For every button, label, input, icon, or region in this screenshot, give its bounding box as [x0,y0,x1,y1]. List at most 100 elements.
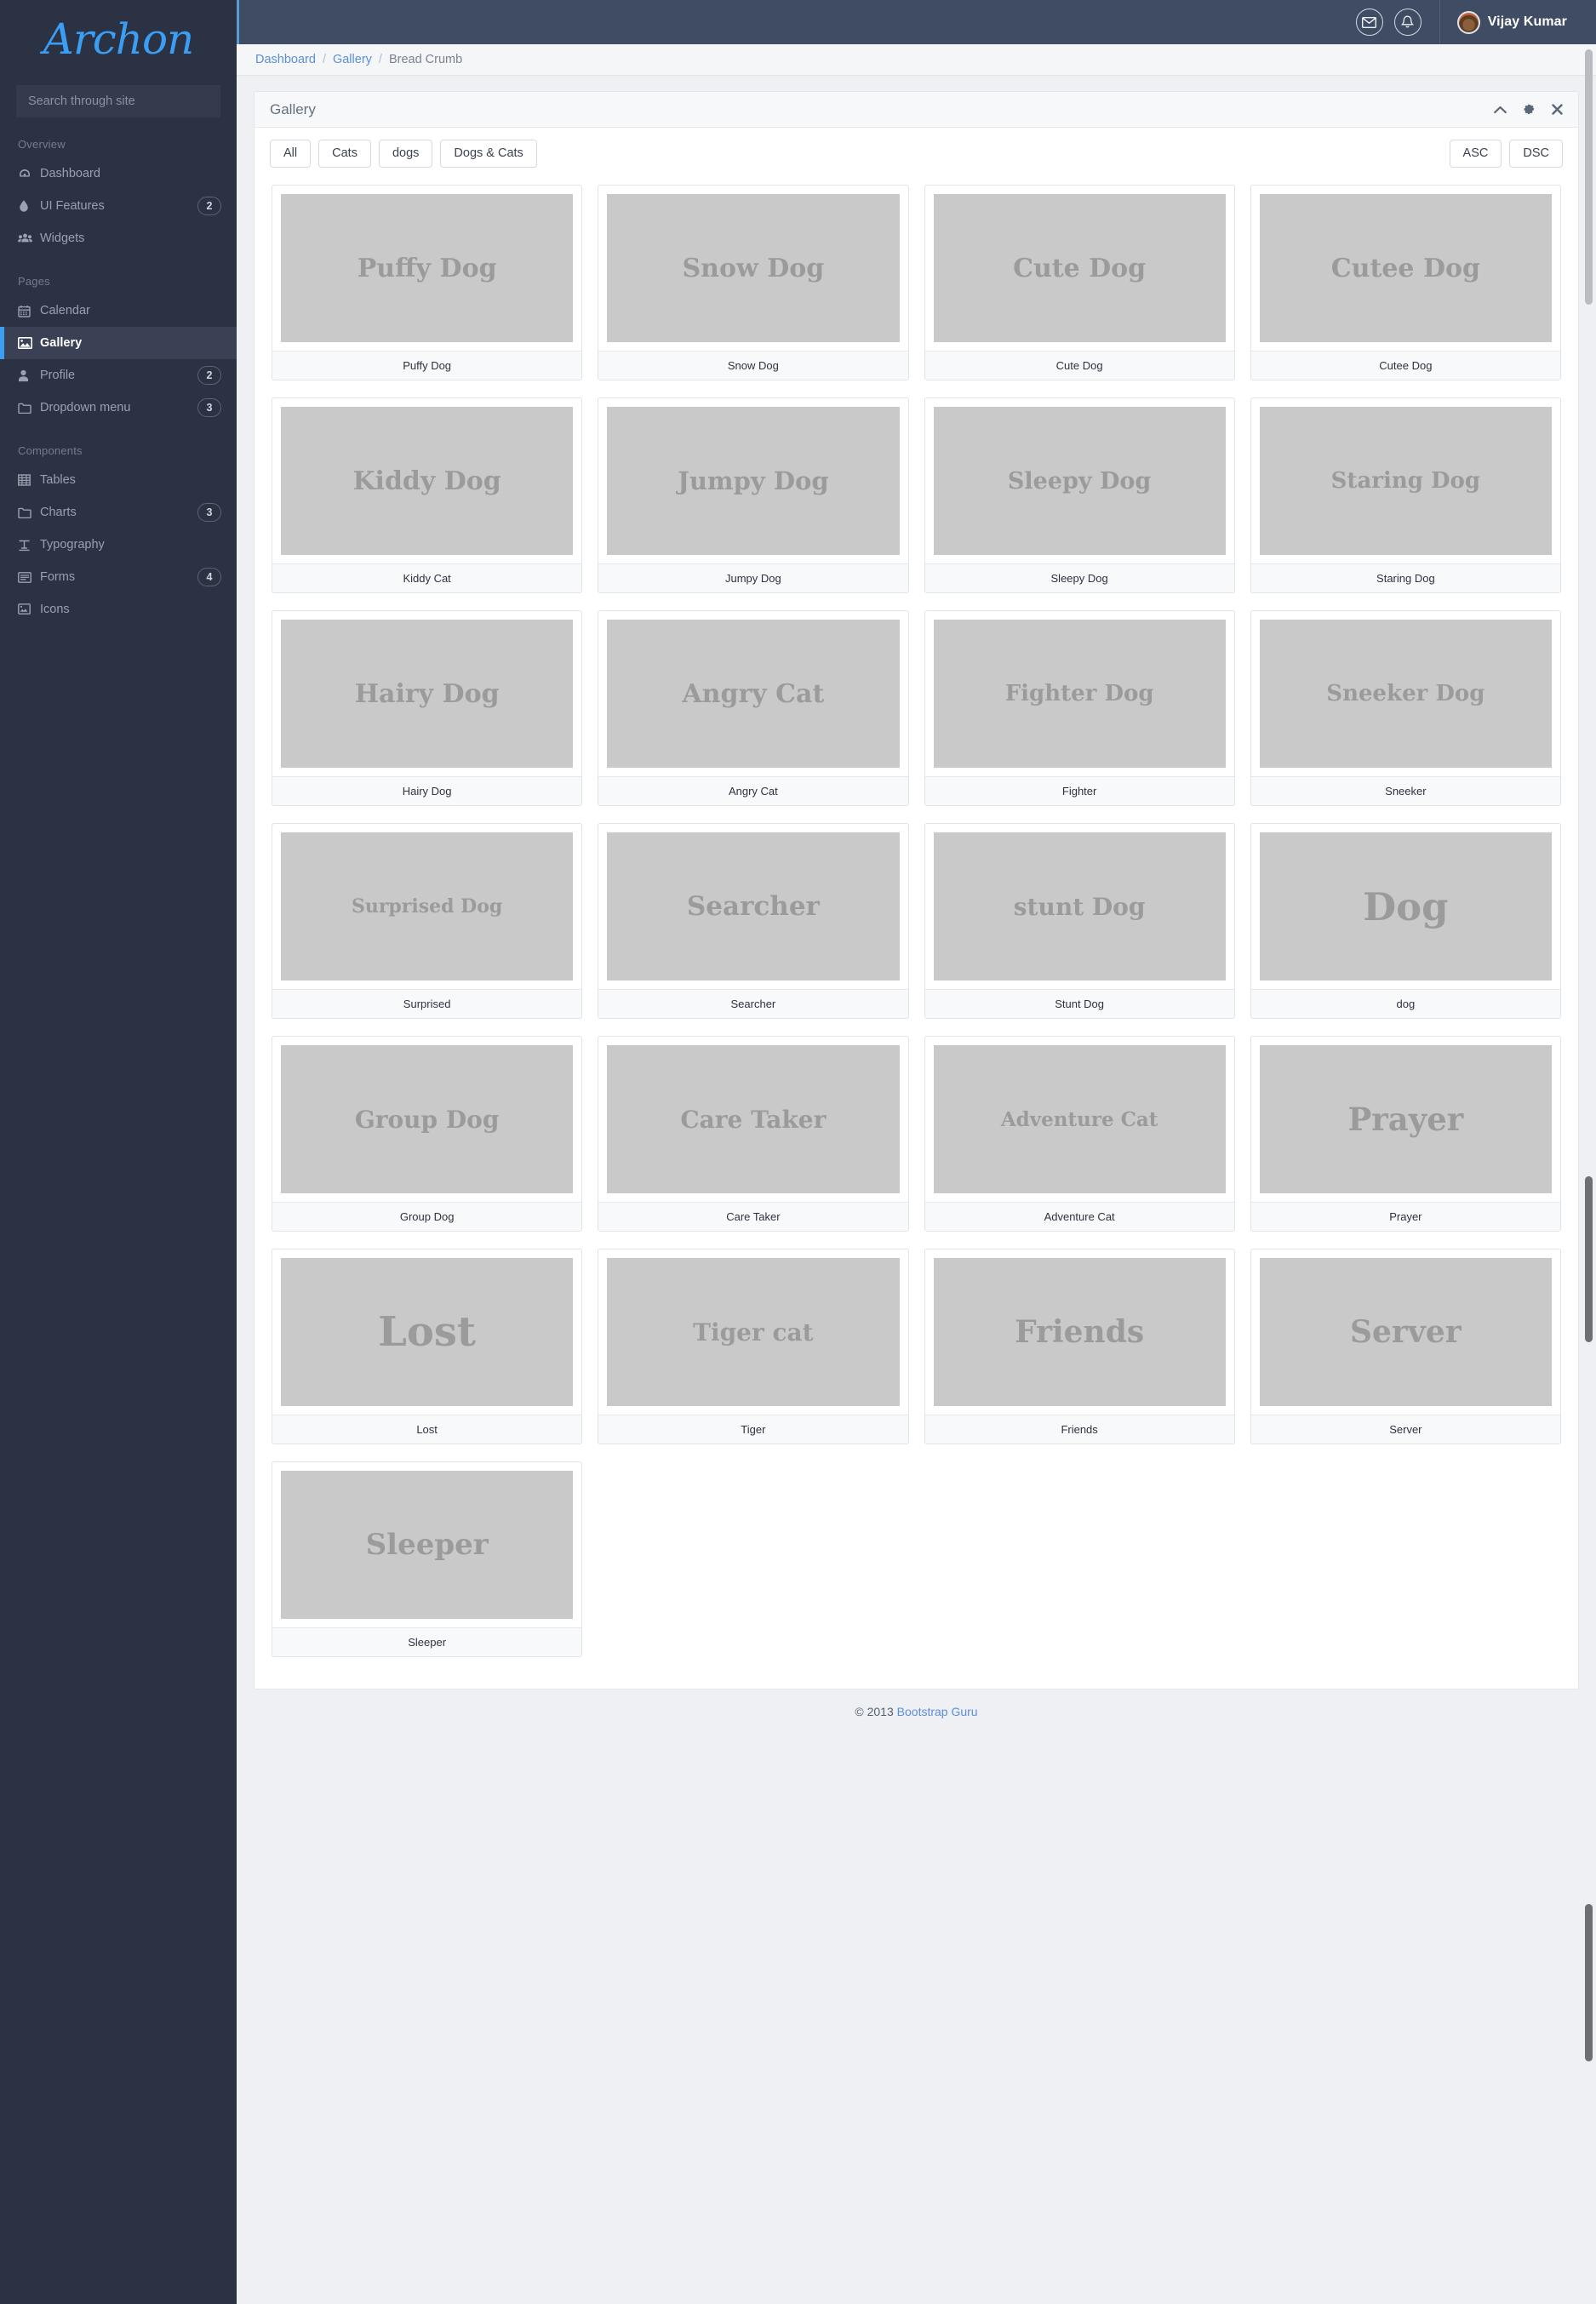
gallery-item[interactable]: Prayer Prayer [1250,1036,1561,1232]
chevron-up-icon[interactable] [1494,106,1507,114]
gallery-item[interactable]: Puffy Dog Puffy Dog [272,185,583,381]
gallery-item-image[interactable]: Prayer [1259,1045,1552,1194]
gallery-item[interactable]: Staring Dog Staring Dog [1250,397,1561,594]
sidebar-section-title: Components [18,444,83,457]
gallery-item-image[interactable]: Cute Dog [933,194,1226,343]
gallery-item-image[interactable]: Group Dog [281,1045,574,1194]
close-icon[interactable] [1552,104,1563,115]
sidebar-item-label: Tables [40,473,76,487]
panel-tools [1494,103,1563,116]
gallery-item-caption: Jumpy Dog [598,563,908,593]
search-input[interactable] [16,85,220,117]
gallery-item[interactable]: Sleeper Sleeper [272,1461,583,1658]
gallery-item-image[interactable]: Cutee Dog [1259,194,1552,343]
scrollbar-thumb-bottom[interactable] [1585,1904,1593,2061]
scrollbar-thumb-top[interactable] [1585,49,1593,305]
breadcrumb-item-gallery[interactable]: Gallery [333,53,372,66]
gallery-item[interactable]: Sneeker Dog Sneeker [1250,610,1561,807]
gallery-item-image[interactable]: Friends [933,1258,1226,1407]
gallery-item[interactable]: stunt Dog Stunt Dog [924,823,1235,1020]
user-menu[interactable]: Vijay Kumar [1456,10,1567,34]
filter-button-cats[interactable]: Cats [318,140,371,169]
envelope-icon[interactable] [1355,9,1383,36]
sort-button-dsc[interactable]: DSC [1509,140,1563,169]
scrollbar-thumb-mid[interactable] [1585,1176,1593,1342]
sidebar-item-forms[interactable]: Forms 4 [0,561,237,593]
gallery-item-image[interactable]: Angry Cat [607,620,900,769]
sidebar-item-ui-features[interactable]: UI Features 2 [0,190,237,222]
sidebar-item-gallery[interactable]: Gallery [0,327,237,359]
sidebar-item-tables[interactable]: Tables [0,464,237,496]
sidebar-item-profile[interactable]: Profile 2 [0,359,237,392]
gallery-item[interactable]: Lost Lost [272,1249,583,1445]
gallery-item-image[interactable]: Surprised Dog [281,832,574,981]
gallery-item-caption: Fighter [924,776,1234,806]
gallery-item[interactable]: Server Server [1250,1249,1561,1445]
gallery-item-image[interactable]: Care Taker [607,1045,900,1194]
gallery-item[interactable]: Tiger cat Tiger [598,1249,909,1445]
sidebar-item-charts[interactable]: Charts 3 [0,496,237,529]
filter-button-dogs-cats[interactable]: Dogs & Cats [440,140,537,169]
gallery-item[interactable]: Searcher Searcher [598,823,909,1020]
gallery-item-image[interactable]: Puffy Dog [281,194,574,343]
gallery-item[interactable]: Adventure Cat Adventure Cat [924,1036,1235,1232]
panel-title: Gallery [270,100,316,117]
gallery-item[interactable]: Angry Cat Angry Cat [598,610,909,807]
gallery-cell: Jumpy Dog Jumpy Dog [590,392,916,604]
gallery-item-image-text: Sneeker Dog [1326,681,1485,707]
gallery-item-caption: Lost [272,1415,582,1444]
footer-copyright: © 2013 [855,1705,897,1719]
footer-link[interactable]: Bootstrap Guru [897,1705,978,1718]
bell-icon[interactable] [1393,9,1422,36]
brand-logo[interactable]: Archon [0,0,237,78]
sidebar-item-dashboard[interactable]: Dashboard [0,157,237,190]
gallery-item-image[interactable]: Server [1259,1258,1552,1407]
sidebar-item-dropdown-menu[interactable]: Dropdown menu 3 [0,392,237,424]
sidebar-item-badge: 3 [197,503,221,522]
gallery-item-image[interactable]: Staring Dog [1259,407,1552,556]
filter-button-all[interactable]: All [270,140,312,169]
gallery-item-image[interactable]: Sleepy Dog [933,407,1226,556]
gallery-item-image[interactable]: Hairy Dog [281,620,574,769]
gallery-item[interactable]: Care Taker Care Taker [598,1036,909,1232]
gallery-item-image[interactable]: Kiddy Dog [281,407,574,556]
gallery-item[interactable]: Surprised Dog Surprised [272,823,583,1020]
sidebar-item-calendar[interactable]: Calendar [0,294,237,327]
filter-button-dogs[interactable]: dogs [378,140,433,169]
sidebar-item-icons[interactable]: Icons [0,593,237,626]
gallery-item[interactable]: Sleepy Dog Sleepy Dog [924,397,1235,594]
gallery-item-image[interactable]: Searcher [607,832,900,981]
gallery-item[interactable]: Kiddy Dog Kiddy Cat [272,397,583,594]
gallery-item[interactable]: Jumpy Dog Jumpy Dog [598,397,909,594]
gallery-item[interactable]: Group Dog Group Dog [272,1036,583,1232]
gallery-item[interactable]: Cute Dog Cute Dog [924,185,1235,381]
gallery-item-image[interactable]: Sneeker Dog [1259,620,1552,769]
gallery-item-image[interactable]: Tiger cat [607,1258,900,1407]
gallery-item-image[interactable]: Jumpy Dog [607,407,900,556]
page-scrollbar[interactable] [1584,44,1593,2304]
gallery-item[interactable]: Dog dog [1250,823,1561,1020]
gallery-item-image[interactable]: Snow Dog [607,194,900,343]
gallery-item-image-text: Surprised Dog [351,895,503,918]
gallery-item-caption: Snow Dog [598,351,908,380]
gallery-item-image[interactable]: Adventure Cat [933,1045,1226,1194]
gallery-item-image[interactable]: stunt Dog [933,832,1226,981]
gallery-item-image-text: Cute Dog [1013,253,1147,283]
gallery-item-caption: Angry Cat [598,776,908,806]
gallery-item[interactable]: Friends Friends [924,1249,1235,1445]
gallery-item-image[interactable]: Dog [1259,832,1552,981]
gallery-item-image[interactable]: Fighter Dog [933,620,1226,769]
gallery-item-image[interactable]: Lost [281,1258,574,1407]
breadcrumb-item-dashboard[interactable]: Dashboard [255,53,316,66]
gallery-item[interactable]: Cutee Dog Cutee Dog [1250,185,1561,381]
gear-icon[interactable] [1523,103,1536,116]
app-root: Archon Overview Dashboard UI Features 2 Widg… [0,0,1596,2304]
sidebar-item-typography[interactable]: Typography [0,529,237,561]
gallery-item-image[interactable]: Sleeper [281,1471,574,1620]
gallery-item[interactable]: Fighter Dog Fighter [924,610,1235,807]
sidebar-item-widgets[interactable]: Widgets [0,222,237,254]
sort-button-asc[interactable]: ASC [1449,140,1502,169]
category-filters: All Cats dogs Dogs & Cats [270,140,1450,169]
gallery-item[interactable]: Hairy Dog Hairy Dog [272,610,583,807]
gallery-item[interactable]: Snow Dog Snow Dog [598,185,909,381]
